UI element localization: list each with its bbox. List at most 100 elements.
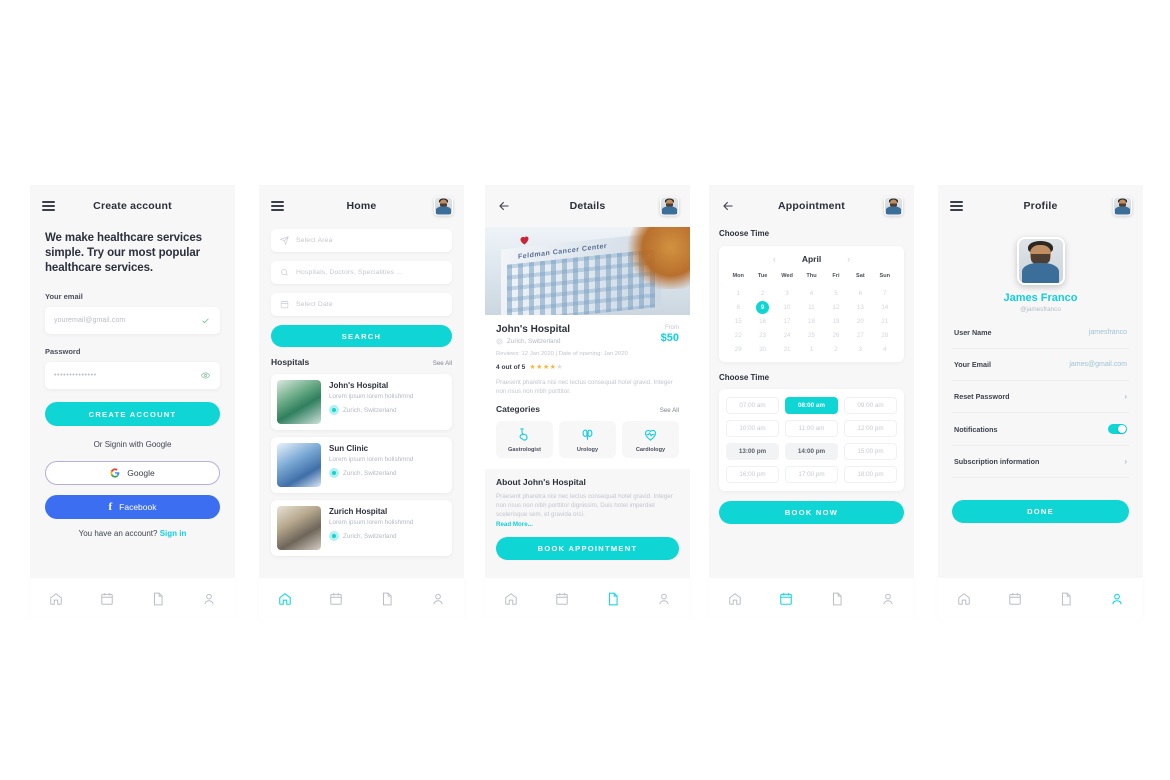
avatar[interactable]	[884, 196, 903, 216]
search-input[interactable]: Hospitals, Doctors, Specialities ...	[271, 261, 452, 284]
calendar-day[interactable]: 27	[848, 328, 872, 342]
calendar-day[interactable]: 19	[824, 314, 848, 328]
document-icon[interactable]	[151, 592, 165, 606]
menu-icon[interactable]	[271, 201, 284, 211]
calendar-day[interactable]: 12	[824, 300, 848, 314]
avatar[interactable]	[1113, 196, 1132, 216]
calendar-day[interactable]: 31	[775, 342, 799, 356]
calendar-day[interactable]: 15	[726, 314, 750, 328]
calendar-day[interactable]: 10	[775, 300, 799, 314]
facebook-signin-button[interactable]: f Facebook	[45, 495, 220, 519]
email-field[interactable]: youremail@gmail.com	[45, 307, 220, 334]
calendar-day[interactable]: 20	[848, 314, 872, 328]
google-signin-button[interactable]: Google	[45, 461, 220, 485]
calendar-day[interactable]: 17	[775, 314, 799, 328]
menu-icon[interactable]	[42, 201, 55, 211]
calendar-day[interactable]: 2	[824, 342, 848, 356]
calendar-day-selected[interactable]: 9	[750, 300, 774, 314]
calendar-day[interactable]: 3	[848, 342, 872, 356]
calendar-day[interactable]: 21	[873, 314, 897, 328]
book-now-button[interactable]: BOOK NOW	[719, 501, 904, 524]
calendar-day[interactable]: 23	[750, 328, 774, 342]
time-slot[interactable]: 09:00 am	[844, 397, 897, 414]
profile-avatar[interactable]	[1016, 237, 1065, 285]
home-icon[interactable]	[728, 592, 742, 606]
home-icon[interactable]	[278, 592, 292, 606]
done-button[interactable]: DONE	[952, 500, 1129, 523]
time-slot[interactable]: 11:00 am	[785, 420, 838, 437]
home-icon[interactable]	[504, 592, 518, 606]
avatar[interactable]	[434, 196, 453, 216]
profile-row-email[interactable]: Your Email james@gmail.com	[952, 349, 1129, 381]
calendar-day[interactable]: 4	[873, 342, 897, 356]
time-slot[interactable]: 07:00 am	[726, 397, 779, 414]
next-month-button[interactable]: ›	[847, 254, 850, 264]
person-icon[interactable]	[657, 592, 671, 606]
calendar-day[interactable]: 7	[873, 286, 897, 300]
calendar-day[interactable]: 22	[726, 328, 750, 342]
profile-row-reset-password[interactable]: Reset Password ›	[952, 381, 1129, 413]
document-icon[interactable]	[1059, 592, 1073, 606]
calendar-day[interactable]: 29	[726, 342, 750, 356]
calendar-day[interactable]: 16	[750, 314, 774, 328]
area-input[interactable]: Select Area	[271, 229, 452, 252]
time-slot[interactable]: 17:00 pm	[785, 466, 838, 483]
calendar-day[interactable]: 30	[750, 342, 774, 356]
calendar-day[interactable]: 25	[799, 328, 823, 342]
prev-month-button[interactable]: ‹	[773, 254, 776, 264]
menu-icon[interactable]	[950, 201, 963, 211]
time-slot[interactable]: 13:00 pm	[726, 443, 779, 460]
person-icon[interactable]	[881, 592, 895, 606]
read-more-link[interactable]: Read More...	[496, 521, 679, 528]
eye-icon[interactable]	[200, 371, 211, 380]
calendar-day[interactable]: 13	[848, 300, 872, 314]
calendar-day[interactable]: 5	[824, 286, 848, 300]
category-gastrologist[interactable]: Gastrologist	[496, 421, 553, 458]
calendar-day[interactable]: 1	[726, 286, 750, 300]
calendar-icon[interactable]	[555, 592, 569, 606]
calendar-day[interactable]: 2	[750, 286, 774, 300]
calendar-day[interactable]: 1	[799, 342, 823, 356]
time-slot-selected[interactable]: 08:00 am	[785, 397, 838, 414]
category-cardiology[interactable]: Cardiology	[622, 421, 679, 458]
calendar-day[interactable]: 6	[848, 286, 872, 300]
list-item[interactable]: Zurich Hospital Lorem ipsum lorem holish…	[271, 500, 452, 556]
calendar-icon[interactable]	[100, 592, 114, 606]
signin-link[interactable]: Sign in	[160, 529, 187, 538]
category-urology[interactable]: Urology	[559, 421, 616, 458]
calendar-day[interactable]: 28	[873, 328, 897, 342]
calendar-day[interactable]: 11	[799, 300, 823, 314]
back-icon[interactable]	[721, 199, 735, 213]
time-slot[interactable]: 10:00 am	[726, 420, 779, 437]
avatar[interactable]	[660, 196, 679, 216]
home-icon[interactable]	[49, 592, 63, 606]
calendar-day[interactable]: 18	[799, 314, 823, 328]
see-all-link[interactable]: See All	[433, 360, 452, 367]
create-account-button[interactable]: CREATE ACCOUNT	[45, 402, 220, 426]
calendar-day[interactable]: 4	[799, 286, 823, 300]
document-icon[interactable]	[830, 592, 844, 606]
document-icon[interactable]	[380, 592, 394, 606]
calendar-day[interactable]: 24	[775, 328, 799, 342]
time-slot[interactable]: 14:00 pm	[785, 443, 838, 460]
document-icon[interactable]	[606, 592, 620, 606]
calendar-day[interactable]: 26	[824, 328, 848, 342]
calendar-icon[interactable]	[329, 592, 343, 606]
time-slot[interactable]: 16:00 pm	[726, 466, 779, 483]
notifications-toggle[interactable]	[1108, 424, 1127, 434]
calendar-icon[interactable]	[779, 592, 793, 606]
back-icon[interactable]	[497, 199, 511, 213]
search-button[interactable]: SEARCH	[271, 325, 452, 347]
categories-see-all[interactable]: See All	[660, 407, 679, 414]
date-input[interactable]: Select Date	[271, 293, 452, 316]
person-icon[interactable]	[202, 592, 216, 606]
person-icon[interactable]	[1110, 592, 1124, 606]
profile-row-subscription[interactable]: Subscription information ›	[952, 446, 1129, 478]
list-item[interactable]: John's Hospital Lorem ipsum lorem holish…	[271, 374, 452, 430]
time-slot[interactable]: 15:00 pm	[844, 443, 897, 460]
book-appointment-button[interactable]: BOOK APPOINTMENT	[496, 537, 679, 560]
calendar-icon[interactable]	[1008, 592, 1022, 606]
password-field[interactable]: ••••••••••••••	[45, 362, 220, 389]
time-slot[interactable]: 18:00 pm	[844, 466, 897, 483]
time-slot[interactable]: 12:00 pm	[844, 420, 897, 437]
